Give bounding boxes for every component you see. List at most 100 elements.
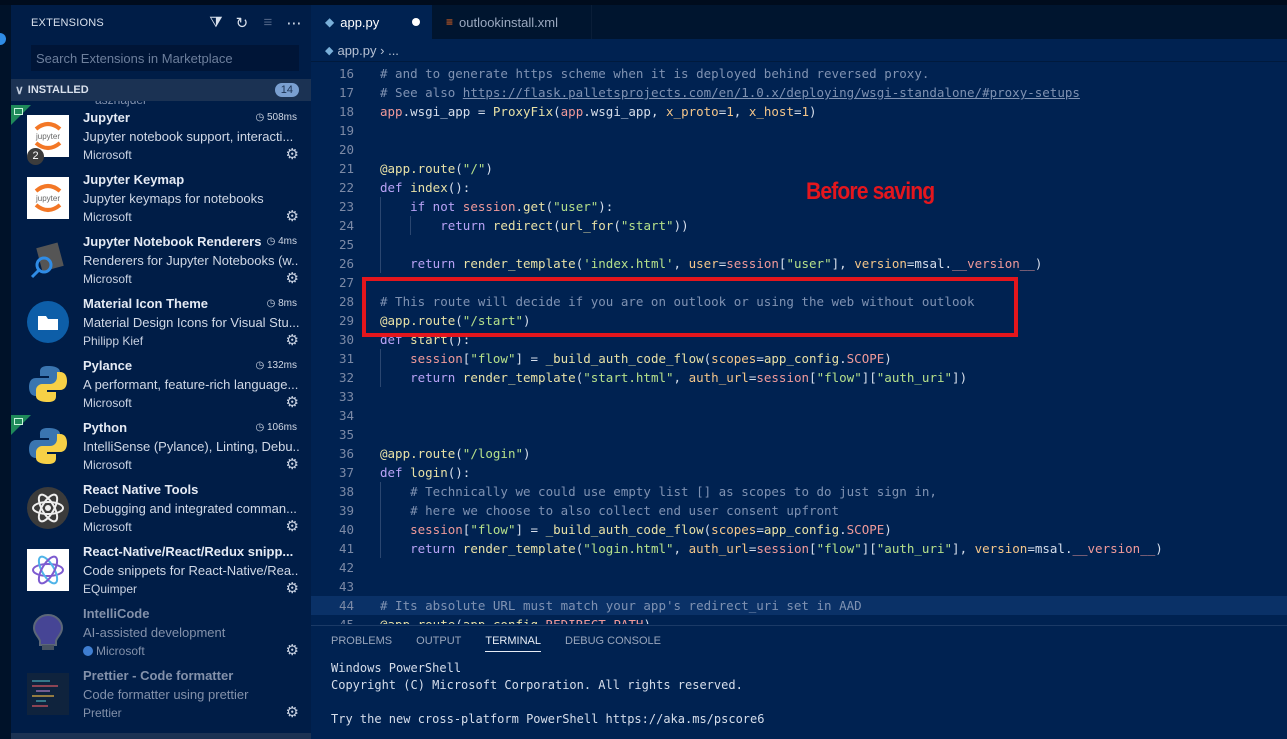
extension-name: React-Native/React/Redux snipp... xyxy=(83,544,294,559)
code-line[interactable]: 23 if not session.get("user"): xyxy=(311,197,1287,216)
code-line[interactable]: 45 @app.route(app_config.REDIRECT_PATH) xyxy=(311,615,1287,624)
code-line[interactable]: 20 xyxy=(311,140,1287,159)
code-line[interactable]: 34 xyxy=(311,406,1287,425)
panel-tab-output[interactable]: OUTPUT xyxy=(416,631,461,651)
code-line[interactable]: 17 # See also https://flask.palletsprojec… xyxy=(311,83,1287,102)
line-number: 43 xyxy=(338,579,354,594)
line-number: 45 xyxy=(311,615,354,624)
line-number: 29 xyxy=(338,313,354,328)
gear-icon[interactable]: ⚙ xyxy=(286,145,299,163)
chevron-down-icon: ∨ xyxy=(15,83,24,97)
line-number: 18 xyxy=(338,104,354,119)
activation-time: ◷ 106ms xyxy=(255,422,297,433)
clear-icon[interactable]: ≡ xyxy=(255,14,281,32)
panel-tabs: PROBLEMS OUTPUT TERMINAL DEBUG CONSOLE xyxy=(311,626,1287,656)
panel-tab-problems[interactable]: PROBLEMS xyxy=(331,631,392,651)
gear-icon[interactable]: ⚙ xyxy=(286,455,299,473)
code-line[interactable]: 40 session["flow"] = _build_auth_code_fl… xyxy=(311,520,1287,539)
line-number: 33 xyxy=(338,389,354,404)
panel-tab-terminal[interactable]: TERMINAL xyxy=(485,631,541,652)
activation-time-value: 4ms xyxy=(278,236,297,247)
tab-label: outlookinstall.xml xyxy=(459,14,559,30)
gear-icon[interactable]: ⚙ xyxy=(286,579,299,597)
publisher-name: Prettier xyxy=(83,706,122,720)
code-editor[interactable]: 45@app.route(app_config.REDIRECT_PATH)44… xyxy=(311,61,1287,624)
gear-icon[interactable]: ⚙ xyxy=(286,393,299,411)
code-line[interactable]: 43 xyxy=(311,577,1287,596)
tab-outlookinstall-xml[interactable]: ≡ outlookinstall.xml xyxy=(432,5,592,39)
extension-item[interactable]: React-Native/React/Redux snipp... Code sn… xyxy=(11,539,311,601)
activity-badge[interactable] xyxy=(0,33,6,45)
breadcrumb-rest[interactable]: ... xyxy=(388,43,399,58)
code-line[interactable]: 39 # here we choose to also collect end … xyxy=(311,501,1287,520)
extension-logo-icon xyxy=(27,425,69,467)
more-icon[interactable]: ⋯ xyxy=(281,14,307,32)
publisher-name: Philipp Kief xyxy=(83,334,144,348)
gear-icon[interactable]: ⚙ xyxy=(286,269,299,287)
terminal-line: Try the new cross-platform PowerShell ht… xyxy=(331,712,765,726)
publisher-name: Microsoft xyxy=(83,396,132,410)
code-line[interactable]: 42 xyxy=(311,558,1287,577)
code-line[interactable]: 44 # Its absolute URL must match your app… xyxy=(311,596,1287,615)
code-line[interactable]: 32 return render_template("start.html", … xyxy=(311,368,1287,387)
filter-icon[interactable]: ⧩ xyxy=(203,14,229,32)
extension-item[interactable]: Jupyter Notebook Renderers ◷ 4ms Renderers… xyxy=(11,229,311,291)
line-number: 26 xyxy=(338,256,354,271)
extension-publisher: Philipp Kief xyxy=(83,334,143,348)
extension-name: React Native Tools xyxy=(83,482,199,497)
gear-icon[interactable]: ⚙ xyxy=(286,517,299,535)
code-line[interactable]: 36 @app.route("/login") xyxy=(311,444,1287,463)
panel-tab-debug-console[interactable]: DEBUG CONSOLE xyxy=(565,631,661,651)
extension-item[interactable]: Python ◷ 106ms IntelliSense (Pylance), Lin… xyxy=(11,415,311,477)
code-line[interactable]: 18 app.wsgi_app = ProxyFix(app.wsgi_app, … xyxy=(311,102,1287,121)
code-line[interactable]: 22 def index(): xyxy=(311,178,1287,197)
code-text: # Technically we could use empty list []… xyxy=(410,484,937,499)
code-line[interactable]: 19 xyxy=(311,121,1287,140)
line-number: 42 xyxy=(338,560,354,575)
code-line[interactable]: 16 # and to generate https scheme when it… xyxy=(311,64,1287,83)
code-line[interactable]: 31 session["flow"] = _build_auth_code_fl… xyxy=(311,349,1287,368)
code-text: # here we choose to also collect end use… xyxy=(410,503,840,518)
extension-name: Pylance xyxy=(83,358,133,373)
publisher-name: Microsoft xyxy=(83,520,132,534)
extension-item[interactable]: jupyter Jupyter Keymap Jupyter keymaps for… xyxy=(11,167,311,229)
refresh-icon[interactable]: ↻ xyxy=(229,14,255,32)
code-line[interactable]: 25 xyxy=(311,235,1287,254)
collapsed-section-header[interactable] xyxy=(11,733,311,739)
extension-item[interactable]: IntelliCode AI-assisted development Micros… xyxy=(11,601,311,663)
terminal-line: Windows PowerShell xyxy=(331,661,462,675)
code-line[interactable]: 37 def login(): xyxy=(311,463,1287,482)
notification-badge: 2 xyxy=(27,148,44,165)
line-number: 28 xyxy=(338,294,354,309)
extension-item[interactable]: Material Icon Theme ◷ 8ms Material Design … xyxy=(11,291,311,353)
code-line[interactable]: 35 xyxy=(311,425,1287,444)
extension-item[interactable]: React Native Tools Debugging and integrat… xyxy=(11,477,311,539)
extension-name: Prettier - Code formatter xyxy=(83,668,234,683)
extension-description: Jupyter notebook support, interacti... xyxy=(83,129,294,144)
line-number: 44 xyxy=(338,598,354,613)
extension-logo-icon xyxy=(27,673,69,715)
extensions-search-input[interactable]: Search Extensions in Marketplace xyxy=(31,45,299,71)
extension-item[interactable]: Prettier - Code formatter Code formatter … xyxy=(11,663,311,725)
code-line[interactable]: 21 @app.route("/") xyxy=(311,159,1287,178)
terminal-output[interactable]: Windows PowerShell Copyright (C) Microsof… xyxy=(311,660,1287,728)
code-line[interactable]: 41 return render_template("login.html", … xyxy=(311,539,1287,558)
gear-icon[interactable]: ⚙ xyxy=(286,703,299,721)
code-line[interactable]: 33 xyxy=(311,387,1287,406)
extension-item[interactable]: Pylance ◷ 132ms A performant, feature-rich… xyxy=(11,353,311,415)
code-text: return redirect(url_for("start")) xyxy=(440,218,689,233)
extension-item[interactable]: jupyter 2 Jupyter ◷ 508ms Jupyter notebook s… xyxy=(11,105,311,167)
code-line[interactable]: 38 # Technically we could use empty list… xyxy=(311,482,1287,501)
code-line[interactable]: 26 return render_template('index.html', … xyxy=(311,254,1287,273)
tab-app-py[interactable]: ◆ app.py xyxy=(311,5,432,39)
code-line[interactable]: 24 return redirect(url_for("start")) xyxy=(311,216,1287,235)
publisher-name: Microsoft xyxy=(83,458,132,472)
installed-section-header[interactable]: ∨ INSTALLED 14 xyxy=(11,79,311,101)
gear-icon[interactable]: ⚙ xyxy=(286,641,299,659)
gear-icon[interactable]: ⚙ xyxy=(286,331,299,349)
gear-icon[interactable]: ⚙ xyxy=(286,207,299,225)
terminal-line: Copyright (C) Microsoft Corporation. All… xyxy=(331,678,743,692)
unsaved-dot-icon[interactable] xyxy=(412,18,420,26)
breadcrumb-file[interactable]: app.py xyxy=(337,43,376,58)
